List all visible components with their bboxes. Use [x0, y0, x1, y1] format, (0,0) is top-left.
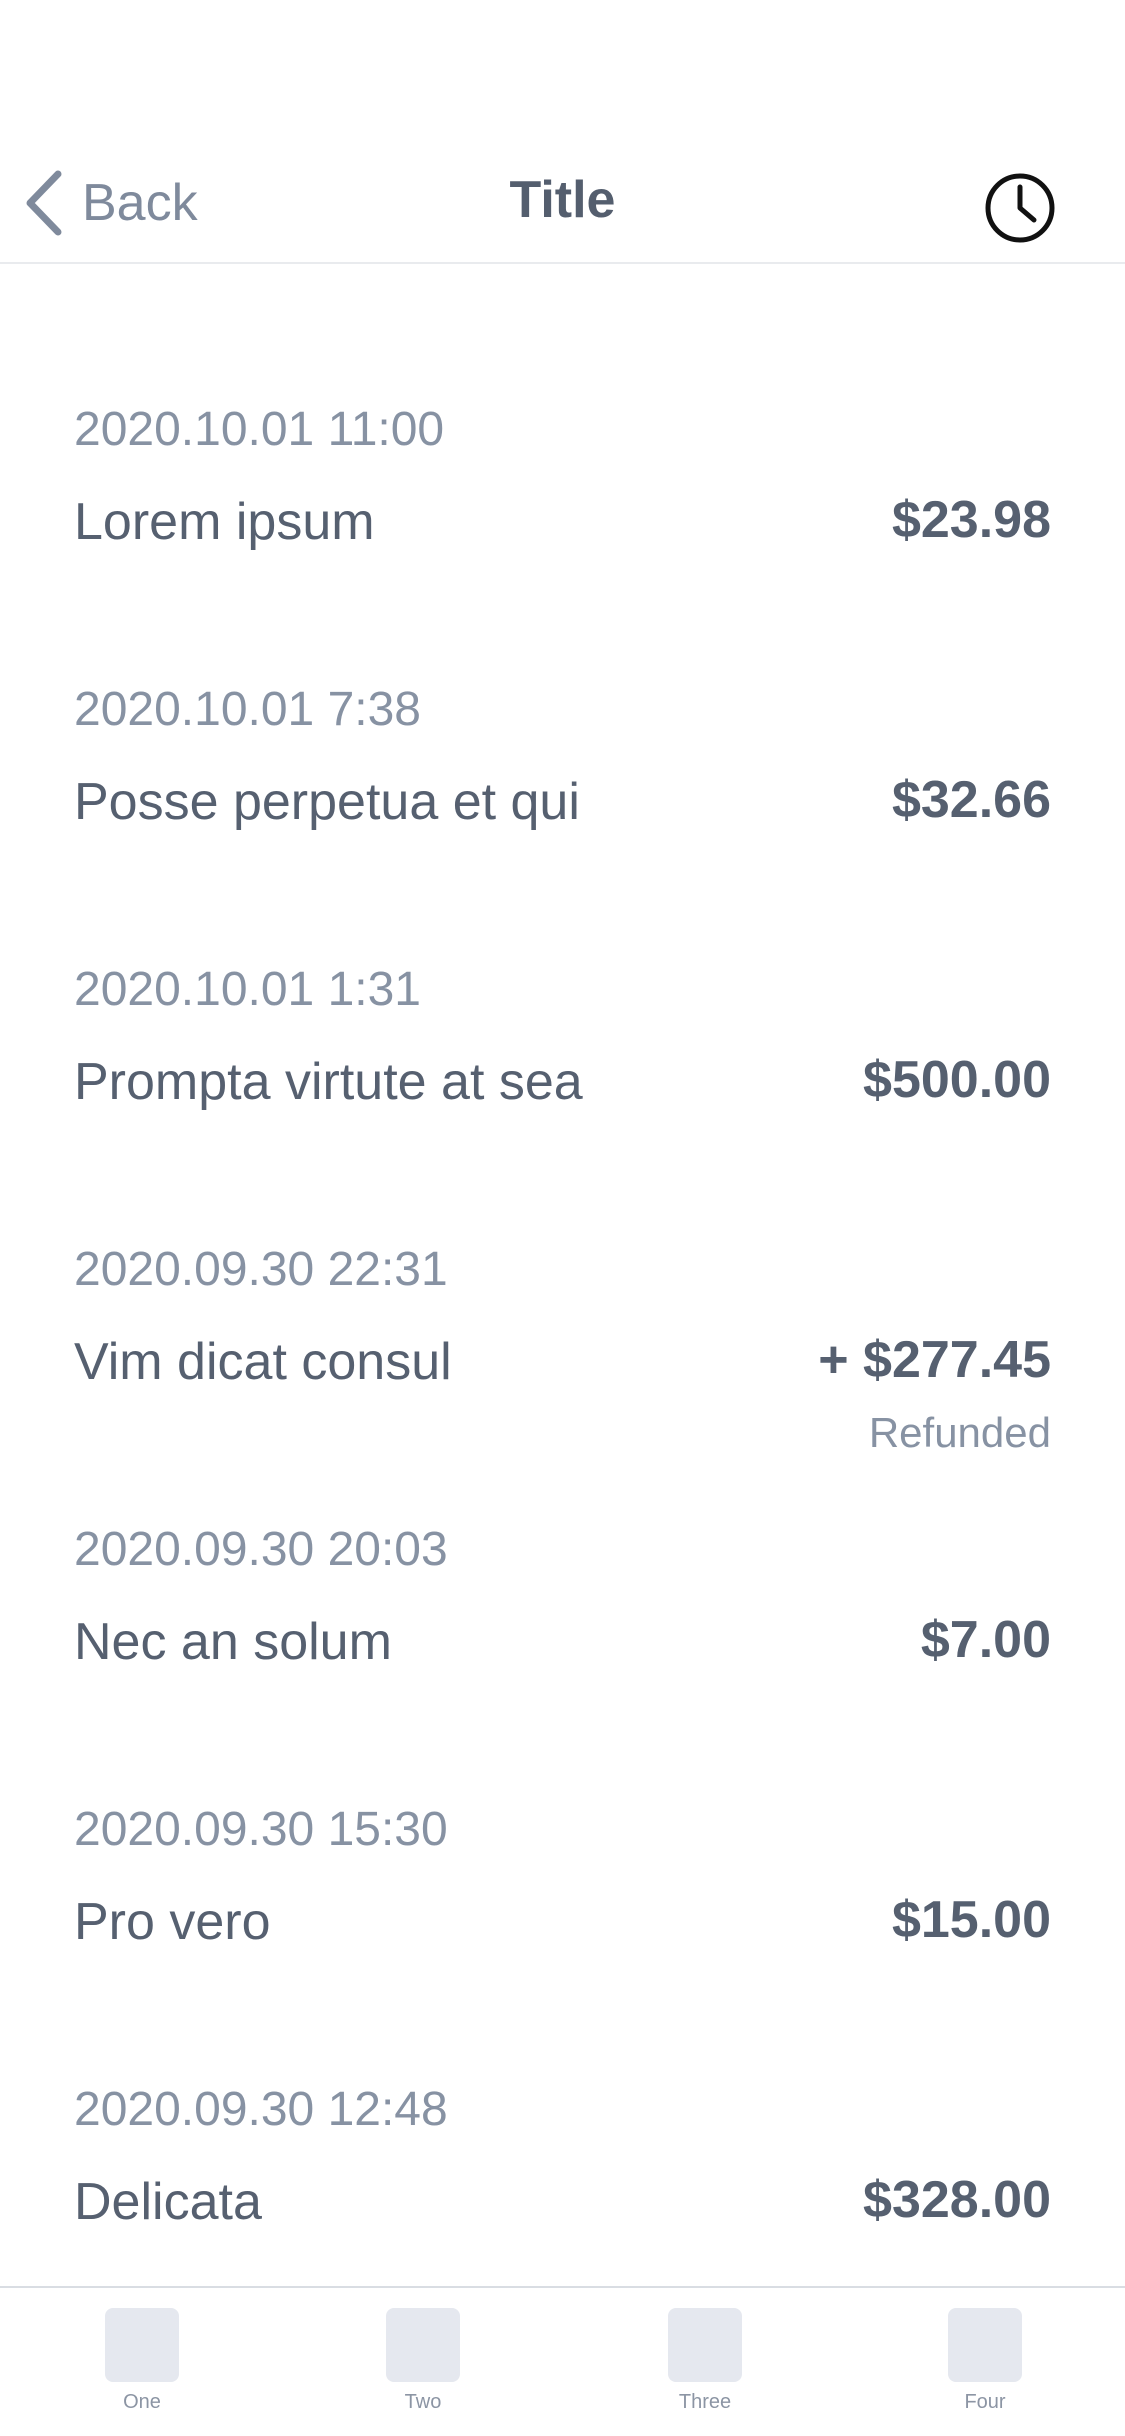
tab-placeholder-icon — [386, 2308, 460, 2382]
transaction-date: 2020.09.30 20:03 — [74, 1523, 448, 1576]
list-item[interactable]: 2020.09.30 20:03 Nec an solum $7.00 — [0, 1384, 1125, 1669]
list-item[interactable]: 2020.09.30 12:48 Delicata $328.00 — [0, 1944, 1125, 2229]
list-item[interactable]: 2020.10.01 1:31 Prompta virtute at sea $… — [0, 824, 1125, 1109]
chevron-left-icon — [24, 170, 64, 236]
transaction-amount: $23.98 — [891, 491, 1051, 549]
back-button[interactable]: Back — [24, 168, 198, 238]
tab-placeholder-icon — [948, 2308, 1022, 2382]
tab-label: Three — [678, 2391, 732, 2413]
tab-placeholder-icon — [105, 2308, 179, 2382]
transaction-amount: $328.00 — [863, 2171, 1051, 2229]
clock-icon — [982, 170, 1058, 246]
tab-one[interactable]: One — [42, 2308, 242, 2418]
tab-two[interactable]: Two — [323, 2308, 523, 2418]
tab-three[interactable]: Three — [605, 2308, 805, 2418]
transaction-date: 2020.09.30 22:31 — [74, 1243, 448, 1296]
transaction-title: Pro vero — [74, 1893, 271, 1951]
tab-label: Four — [964, 2391, 1006, 2413]
transaction-amount: $7.00 — [920, 1611, 1051, 1669]
tab-placeholder-icon — [668, 2308, 742, 2382]
transaction-date: 2020.09.30 15:30 — [74, 1803, 448, 1856]
list-item[interactable]: 2020.10.01 11:00 Lorem ipsum $23.98 — [0, 264, 1125, 549]
list-item[interactable]: 2020.09.30 15:30 Pro vero $15.00 — [0, 1664, 1125, 1949]
transaction-title: Posse perpetua et qui — [74, 773, 580, 831]
transaction-date: 2020.10.01 11:00 — [74, 403, 445, 456]
transaction-date: 2020.10.01 7:38 — [74, 683, 421, 736]
transaction-date: 2020.09.30 12:48 — [74, 2083, 448, 2136]
transaction-amount: $32.66 — [891, 771, 1051, 829]
navigation-bar: Back Title — [0, 130, 1125, 264]
transaction-title: Nec an solum — [74, 1613, 392, 1671]
transaction-title: Prompta virtute at sea — [74, 1053, 583, 1111]
tab-label: Two — [404, 2391, 442, 2413]
transaction-amount: $15.00 — [891, 1891, 1051, 1949]
transaction-amount: + $277.45 — [818, 1331, 1051, 1389]
tab-bar: One Two Three Four — [0, 2286, 1125, 2436]
transaction-title: Delicata — [74, 2173, 262, 2231]
transaction-title: Lorem ipsum — [74, 493, 375, 551]
tab-label: One — [123, 2391, 161, 2413]
history-button[interactable] — [982, 170, 1058, 246]
transaction-amount: $500.00 — [863, 1051, 1051, 1109]
list-item[interactable]: 2020.09.30 22:31 Vim dicat consul + $277… — [0, 1104, 1125, 1454]
transaction-title: Vim dicat consul — [74, 1333, 452, 1391]
transaction-date: 2020.10.01 1:31 — [74, 963, 421, 1016]
list-item[interactable]: 2020.10.01 7:38 Posse perpetua et qui $3… — [0, 544, 1125, 829]
back-label: Back — [82, 174, 198, 232]
tab-four[interactable]: Four — [885, 2308, 1085, 2418]
